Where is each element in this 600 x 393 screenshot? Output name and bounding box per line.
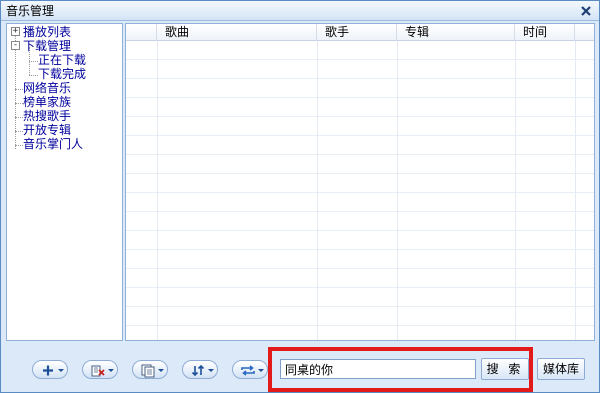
column-divider <box>157 41 158 340</box>
tree-connector <box>15 145 23 146</box>
table-row[interactable] <box>126 174 594 193</box>
table-row[interactable] <box>126 307 594 326</box>
song-list[interactable]: 歌曲 歌手 专辑 时间 <box>125 23 595 341</box>
column-divider <box>397 41 398 340</box>
list-header: 歌曲 歌手 专辑 时间 <box>126 24 594 41</box>
table-row[interactable] <box>126 41 594 60</box>
tree-item-hot-artists[interactable]: 热搜歌手 <box>23 109 71 123</box>
tree-item-label: 开放专辑 <box>23 123 72 137</box>
tree-item-label: 榜单家族 <box>23 95 72 109</box>
column-header-album[interactable]: 专辑 <box>397 24 515 41</box>
play-mode-button[interactable] <box>232 360 268 379</box>
window-title: 音乐管理 <box>6 4 55 18</box>
table-row[interactable] <box>126 60 594 79</box>
copy-icon <box>141 364 164 378</box>
delete-button[interactable] <box>82 360 118 379</box>
column-header-extra[interactable] <box>575 24 594 41</box>
tree-item-music-masters[interactable]: 音乐掌门人 <box>23 137 83 151</box>
tree-item-label: 热搜歌手 <box>23 109 72 123</box>
table-row[interactable] <box>126 269 594 288</box>
column-header-artist[interactable]: 歌手 <box>317 24 397 41</box>
table-row[interactable] <box>126 136 594 155</box>
table-row[interactable] <box>126 98 594 117</box>
column-header-index[interactable] <box>126 24 157 41</box>
sort-icon <box>191 364 214 377</box>
close-icon <box>581 6 591 16</box>
tree-item-label: 音乐掌门人 <box>23 137 84 151</box>
column-divider <box>575 41 576 340</box>
table-row[interactable] <box>126 117 594 136</box>
tree-item-label: 正在下载 <box>38 53 87 67</box>
tree-item-open-albums[interactable]: 开放专辑 <box>23 123 71 137</box>
table-row[interactable] <box>126 250 594 269</box>
column-header-song[interactable]: 歌曲 <box>157 24 317 41</box>
tree-item-charts[interactable]: 榜单家族 <box>23 95 71 109</box>
column-divider <box>317 41 318 340</box>
table-row[interactable] <box>126 155 594 174</box>
tree-item-label: 播放列表 <box>23 25 72 39</box>
table-row[interactable] <box>126 326 594 340</box>
add-button[interactable] <box>32 360 68 379</box>
title-bar[interactable]: 音乐管理 <box>1 1 599 21</box>
search-button[interactable]: 搜 索 <box>481 358 529 380</box>
table-row[interactable] <box>126 193 594 212</box>
tree-item-downloading[interactable]: 正在下载 <box>38 53 86 67</box>
add-icon <box>43 365 64 376</box>
tree-item-downloaded[interactable]: 下载完成 <box>38 67 86 81</box>
tree-item-playlist[interactable]: 播放列表 <box>23 25 71 39</box>
tree-item-online-music[interactable]: 网络音乐 <box>23 81 71 95</box>
tree-item-label: 网络音乐 <box>23 81 72 95</box>
search-input[interactable] <box>280 359 476 379</box>
table-row[interactable] <box>126 288 594 307</box>
delete-icon <box>91 365 114 377</box>
category-tree: + 播放列表 - 下载管理 正在下载 下载完成 网络音乐 榜单家族 热搜歌手 开… <box>6 23 123 341</box>
music-manager-window: 音乐管理 + 播放列表 - 下载管理 正在下载 下载完成 网络音乐 榜单家族 热… <box>0 0 600 393</box>
column-header-duration[interactable]: 时间 <box>515 24 575 41</box>
column-divider <box>515 41 516 340</box>
media-library-button[interactable]: 媒体库 <box>537 358 585 380</box>
tree-connector <box>15 103 23 104</box>
table-row[interactable] <box>126 212 594 231</box>
tree-item-label: 下载完成 <box>38 67 87 81</box>
tree-connector <box>29 75 38 76</box>
tree-connector <box>15 117 23 118</box>
repeat-icon <box>241 365 264 376</box>
tree-connector <box>15 131 23 132</box>
tree-connector <box>15 89 23 90</box>
sort-button[interactable] <box>182 360 218 379</box>
collapse-icon[interactable]: - <box>11 41 20 50</box>
table-row[interactable] <box>126 231 594 250</box>
close-button[interactable] <box>579 4 593 18</box>
expand-icon[interactable]: + <box>11 27 20 36</box>
tree-item-label: 下载管理 <box>23 39 72 53</box>
table-row[interactable] <box>126 79 594 98</box>
tree-connector <box>29 61 38 62</box>
copy-button[interactable] <box>132 360 168 379</box>
tree-item-download-manager[interactable]: 下载管理 <box>23 39 71 53</box>
